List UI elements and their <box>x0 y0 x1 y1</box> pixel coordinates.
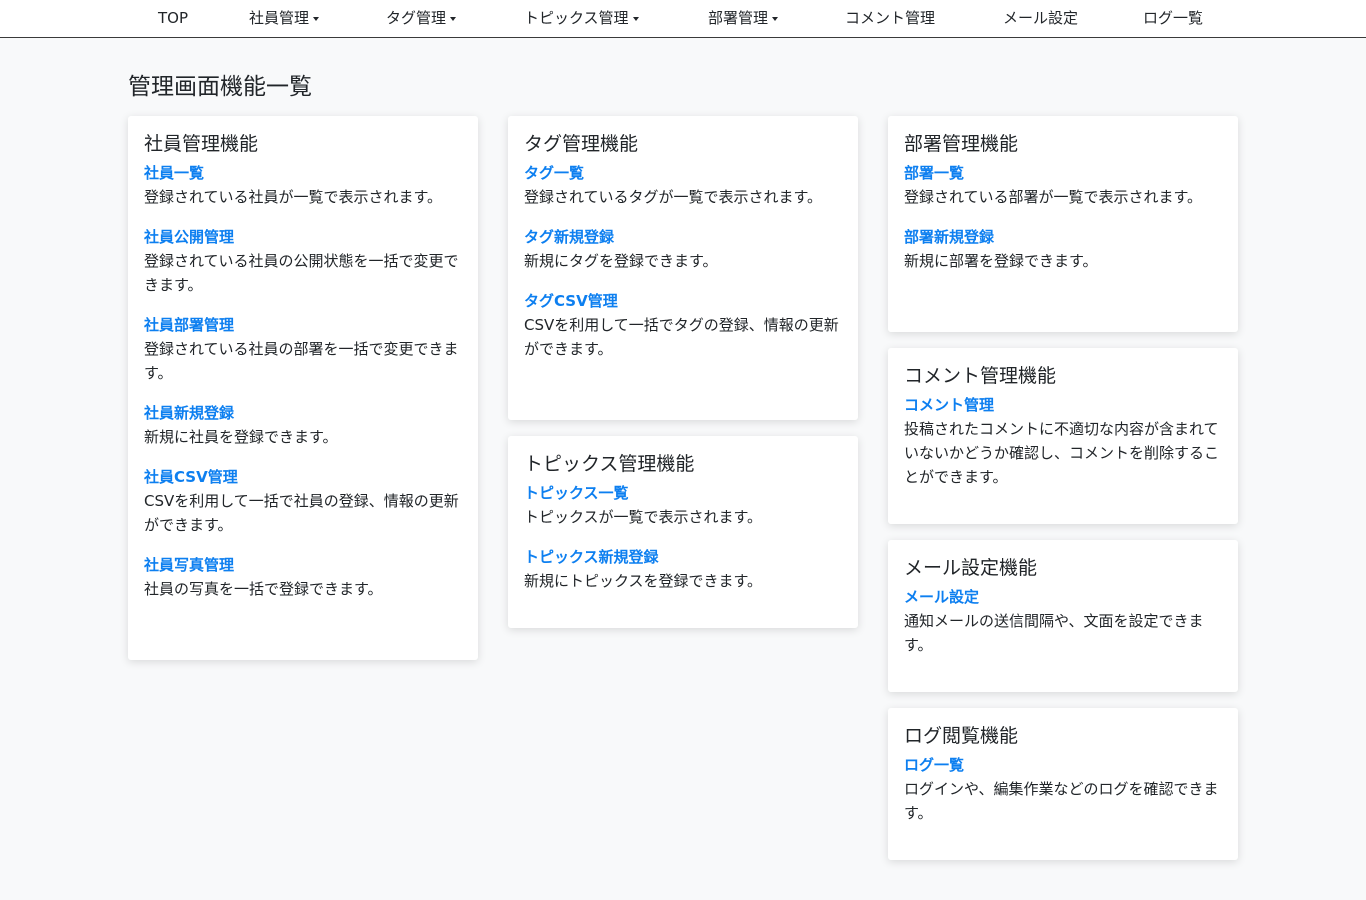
nav-item-label: コメント管理 <box>845 9 936 27</box>
function-description: 投稿されたコメントに不適切な内容が含まれていないかどうか確認し、コメントを削除す… <box>904 420 1220 486</box>
nav-item-label: 部署管理 <box>708 9 769 27</box>
function-item-tag-csv: タグCSV管理 CSVを利用して一括でタグの登録、情報の更新ができます。 <box>524 289 842 361</box>
function-description: CSVを利用して一括でタグの登録、情報の更新ができます。 <box>524 316 839 358</box>
card-employee-management: 社員管理機能 社員一覧 登録されている社員が一覧で表示されます。 社員公開管理 … <box>128 116 478 660</box>
function-item-employee-new: 社員新規登録 新規に社員を登録できます。 <box>144 401 462 449</box>
function-item-employee-department: 社員部署管理 登録されている社員の部署を一括で変更できます。 <box>144 313 462 385</box>
employee-list-link[interactable]: 社員一覧 <box>144 161 462 185</box>
function-description: 登録されている社員の部署を一括で変更できます。 <box>144 340 459 382</box>
caret-down-icon <box>772 17 779 21</box>
nav-item-comment-management[interactable]: コメント管理 <box>845 0 935 37</box>
nav-item-label: メール設定 <box>1003 9 1079 27</box>
function-item-topics-new: トピックス新規登録 新規にトピックスを登録できます。 <box>524 545 842 593</box>
nav-item-label: ログ一覧 <box>1143 9 1204 27</box>
function-item-employee-publish: 社員公開管理 登録されている社員の公開状態を一括で変更できます。 <box>144 225 462 297</box>
nav-item-tag-management[interactable]: タグ管理 <box>386 0 457 37</box>
nav-item-mail-settings[interactable]: メール設定 <box>1003 0 1078 37</box>
nav-item-label: TOP <box>158 9 189 27</box>
employee-photo-link[interactable]: 社員写真管理 <box>144 553 462 577</box>
employee-csv-link[interactable]: 社員CSV管理 <box>144 465 462 489</box>
card-title: ログ閲覧機能 <box>904 725 1019 747</box>
function-description: 新規にトピックスを登録できます。 <box>524 572 763 590</box>
page-title: 管理画面機能一覧 <box>128 74 312 100</box>
card-title: 部署管理機能 <box>904 133 1019 155</box>
department-list-link[interactable]: 部署一覧 <box>904 161 1222 185</box>
function-item-employee-csv: 社員CSV管理 CSVを利用して一括で社員の登録、情報の更新ができます。 <box>144 465 462 537</box>
mail-settings-link[interactable]: メール設定 <box>904 585 1222 609</box>
card-comment-management: コメント管理機能 コメント管理 投稿されたコメントに不適切な内容が含まれていない… <box>888 348 1238 524</box>
card-department-management: 部署管理機能 部署一覧 登録されている部署が一覧で表示されます。 部署新規登録 … <box>888 116 1238 332</box>
function-description: 新規にタグを登録できます。 <box>524 252 718 270</box>
log-list-link[interactable]: ログ一覧 <box>904 753 1222 777</box>
tag-csv-link[interactable]: タグCSV管理 <box>524 289 842 313</box>
topics-new-link[interactable]: トピックス新規登録 <box>524 545 842 569</box>
nav-item-label: トピックス管理 <box>524 9 629 27</box>
function-description: 通知メールの送信間隔や、文面を設定できます。 <box>904 612 1204 654</box>
function-item-topics-list: トピックス一覧 トピックスが一覧で表示されます。 <box>524 481 842 529</box>
nav-item-log-list[interactable]: ログ一覧 <box>1143 0 1203 37</box>
card-title: タグ管理機能 <box>524 133 639 155</box>
function-item-employee-photo: 社員写真管理 社員の写真を一括で登録できます。 <box>144 553 462 601</box>
function-item-log-list: ログ一覧 ログインや、編集作業などのログを確認できます。 <box>904 753 1222 825</box>
employee-publish-link[interactable]: 社員公開管理 <box>144 225 462 249</box>
function-description: 社員の写真を一括で登録できます。 <box>144 580 383 598</box>
nav-item-label: 社員管理 <box>249 9 310 27</box>
card-title: 社員管理機能 <box>144 133 259 155</box>
function-item-tag-new: タグ新規登録 新規にタグを登録できます。 <box>524 225 842 273</box>
card-title: トピックス管理機能 <box>524 453 695 475</box>
function-description: 登録されている社員が一覧で表示されます。 <box>144 188 443 206</box>
function-description: CSVを利用して一括で社員の登録、情報の更新ができます。 <box>144 492 459 534</box>
comment-management-link[interactable]: コメント管理 <box>904 393 1222 417</box>
card-title: メール設定機能 <box>904 557 1038 579</box>
top-navbar: TOP 社員管理 タグ管理 トピックス管理 部署管理 コメント管理 メール設定 … <box>0 0 1366 38</box>
caret-down-icon <box>313 17 320 21</box>
function-description: 登録されている社員の公開状態を一括で変更できます。 <box>144 252 459 294</box>
nav-item-label: タグ管理 <box>386 9 447 27</box>
function-item-tag-list: タグ一覧 登録されているタグが一覧で表示されます。 <box>524 161 842 209</box>
nav-item-topics-management[interactable]: トピックス管理 <box>524 0 639 37</box>
function-item-employee-list: 社員一覧 登録されている社員が一覧で表示されます。 <box>144 161 462 209</box>
function-description: 新規に社員を登録できます。 <box>144 428 338 446</box>
tag-list-link[interactable]: タグ一覧 <box>524 161 842 185</box>
nav-item-department-management[interactable]: 部署管理 <box>708 0 779 37</box>
function-description: 登録されている部署が一覧で表示されます。 <box>904 188 1203 206</box>
card-tag-management: タグ管理機能 タグ一覧 登録されているタグが一覧で表示されます。 タグ新規登録 … <box>508 116 858 420</box>
nav-item-employee-management[interactable]: 社員管理 <box>249 0 320 37</box>
function-item-department-list: 部署一覧 登録されている部署が一覧で表示されます。 <box>904 161 1222 209</box>
nav-item-top[interactable]: TOP <box>158 0 188 37</box>
caret-down-icon <box>632 17 639 21</box>
function-description: 登録されているタグが一覧で表示されます。 <box>524 188 823 206</box>
function-item-department-new: 部署新規登録 新規に部署を登録できます。 <box>904 225 1222 273</box>
tag-new-link[interactable]: タグ新規登録 <box>524 225 842 249</box>
function-description: 新規に部署を登録できます。 <box>904 252 1098 270</box>
employee-department-link[interactable]: 社員部署管理 <box>144 313 462 337</box>
topics-list-link[interactable]: トピックス一覧 <box>524 481 842 505</box>
function-item-mail-settings: メール設定 通知メールの送信間隔や、文面を設定できます。 <box>904 585 1222 657</box>
card-title: コメント管理機能 <box>904 365 1057 387</box>
card-mail-settings: メール設定機能 メール設定 通知メールの送信間隔や、文面を設定できます。 <box>888 540 1238 692</box>
department-new-link[interactable]: 部署新規登録 <box>904 225 1222 249</box>
card-topics-management: トピックス管理機能 トピックス一覧 トピックスが一覧で表示されます。 トピックス… <box>508 436 858 628</box>
employee-new-link[interactable]: 社員新規登録 <box>144 401 462 425</box>
function-description: ログインや、編集作業などのログを確認できます。 <box>904 780 1219 822</box>
function-item-comment-management: コメント管理 投稿されたコメントに不適切な内容が含まれていないかどうか確認し、コ… <box>904 393 1222 489</box>
card-log-viewing: ログ閲覧機能 ログ一覧 ログインや、編集作業などのログを確認できます。 <box>888 708 1238 860</box>
function-description: トピックスが一覧で表示されます。 <box>524 508 763 526</box>
caret-down-icon <box>450 17 457 21</box>
